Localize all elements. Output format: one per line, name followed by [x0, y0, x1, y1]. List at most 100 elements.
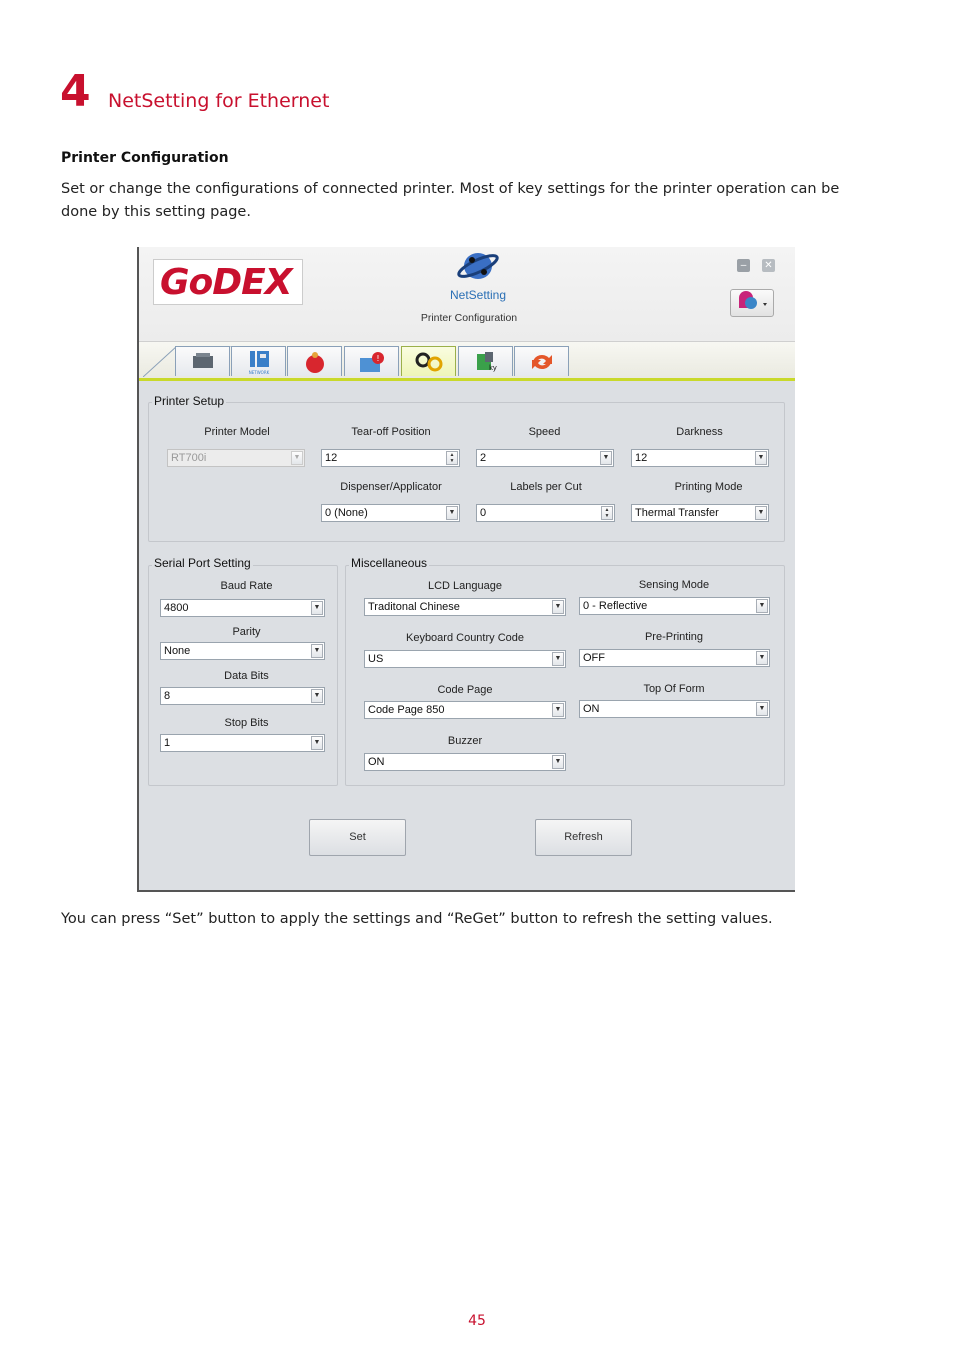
pre-printing-label: Pre-Printing	[644, 631, 704, 643]
printer-model-field: RT700i ▼	[167, 449, 305, 467]
code-page-select[interactable]: Code Page 850 ▼	[364, 701, 566, 719]
printing-mode-label: Printing Mode	[674, 481, 743, 493]
page-number: 45	[468, 1313, 486, 1329]
chevron-down-icon[interactable]: ▼	[756, 702, 768, 716]
email-alert-icon: !	[359, 351, 384, 372]
chevron-down-icon[interactable]: ▼	[552, 652, 564, 666]
parity-select[interactable]: None ▼	[160, 642, 325, 660]
top-of-form-select[interactable]: ON ▼	[579, 700, 770, 718]
tab-refresh[interactable]	[514, 346, 569, 376]
sensing-mode-select[interactable]: 0 - Reflective ▼	[579, 597, 770, 615]
dispenser-label: Dispenser/Applicator	[340, 481, 442, 493]
spinner-arrows-icon[interactable]: ▲ ▼	[446, 451, 458, 465]
chevron-down-icon[interactable]: ▼	[552, 755, 564, 769]
language-icon	[739, 291, 767, 309]
close-icon[interactable]: ✕	[762, 259, 775, 272]
baud-rate-value: 4800	[164, 602, 189, 614]
printer-model-label: Printer Model	[204, 426, 270, 438]
darkness-value: 12	[635, 452, 648, 464]
darkness-label: Darkness	[676, 426, 723, 438]
chevron-down-icon[interactable]: ▼	[755, 506, 767, 520]
netsetting-globe-icon	[457, 253, 499, 279]
keyboard-code-value: US	[368, 653, 384, 665]
data-bits-select[interactable]: 8 ▼	[160, 687, 325, 705]
dispenser-value: 0 (None)	[325, 507, 368, 519]
tab-printer[interactable]	[175, 346, 230, 376]
minimize-icon[interactable]: –	[737, 259, 750, 272]
labels-per-cut-stepper[interactable]: 0 ▲ ▼	[476, 504, 615, 522]
chevron-down-icon[interactable]: ▼	[311, 601, 323, 615]
window-header: GoDEX NetSetting Printer Configuration –…	[139, 247, 795, 342]
spinner-arrows-icon[interactable]: ▲ ▼	[601, 506, 613, 520]
chevron-down-icon[interactable]: ▼	[311, 689, 323, 703]
tab-key[interactable]: ky	[458, 346, 513, 376]
speed-select[interactable]: 2 ▼	[476, 449, 614, 467]
buzzer-value: ON	[368, 756, 385, 768]
chevron-down-icon[interactable]: ▼	[552, 703, 564, 717]
lcd-language-select[interactable]: Traditonal Chinese ▼	[364, 598, 566, 616]
keyboard-code-label: Keyboard Country Code	[405, 632, 524, 644]
parity-value: None	[164, 645, 191, 657]
data-bits-label: Data Bits	[224, 670, 269, 682]
language-button[interactable]	[730, 289, 774, 317]
dispenser-select[interactable]: 0 (None) ▼	[321, 504, 460, 522]
chevron-down-icon[interactable]: ▼	[756, 599, 768, 613]
set-button[interactable]: Set	[309, 819, 406, 856]
baud-rate-select[interactable]: 4800 ▼	[160, 599, 325, 617]
footer-paragraph: You can press “Set” button to apply the …	[61, 911, 773, 927]
tab-alert[interactable]	[287, 346, 342, 376]
printer-setup-title: Printer Setup	[152, 394, 227, 408]
speed-label: Speed	[528, 426, 561, 438]
ip-network-icon: NETWORK	[248, 350, 269, 375]
chevron-down-icon[interactable]: ▼	[311, 736, 323, 750]
chapter-number: 4	[60, 66, 91, 117]
pre-printing-value: OFF	[583, 652, 605, 664]
speed-value: 2	[480, 452, 487, 464]
parity-label: Parity	[232, 626, 261, 638]
printer-model-value: RT700i	[171, 452, 207, 464]
app-subtitle: Printer Configuration	[420, 312, 518, 324]
pre-printing-select[interactable]: OFF ▼	[579, 649, 770, 667]
lcd-language-value: Traditonal Chinese	[368, 601, 460, 613]
buzzer-select[interactable]: ON ▼	[364, 753, 566, 771]
chevron-down-icon: ▼	[291, 451, 303, 465]
printing-mode-select[interactable]: Thermal Transfer ▼	[631, 504, 769, 522]
buzzer-label: Buzzer	[447, 735, 483, 747]
tab-configuration[interactable]	[401, 346, 456, 376]
refresh-button[interactable]: Refresh	[535, 819, 632, 856]
sensing-mode-value: 0 - Reflective	[583, 600, 648, 612]
netsetting-window: GoDEX NetSetting Printer Configuration –…	[137, 247, 795, 892]
chevron-down-icon[interactable]: ▼	[446, 506, 458, 520]
tab-network[interactable]: NETWORK	[231, 346, 286, 376]
svg-text:!: !	[376, 354, 379, 363]
tearoff-label: Tear-off Position	[351, 426, 431, 438]
lcd-language-label: LCD Language	[427, 580, 502, 592]
sensing-mode-label: Sensing Mode	[638, 579, 710, 591]
chapter-title: NetSetting for Ethernet	[108, 90, 330, 112]
gears-icon	[415, 352, 442, 371]
stop-bits-select[interactable]: 1 ▼	[160, 734, 325, 752]
refresh-icon	[531, 354, 552, 369]
tab-email[interactable]: !	[344, 346, 399, 376]
network-tab-label: NETWORK	[248, 370, 269, 375]
printer-icon	[192, 352, 213, 368]
stop-bits-label: Stop Bits	[224, 717, 269, 729]
logo-text: GoDEX	[160, 262, 293, 303]
serial-port-title: Serial Port Setting	[152, 556, 253, 570]
tearoff-stepper[interactable]: 12 ▲ ▼	[321, 449, 460, 467]
baud-rate-label: Baud Rate	[220, 580, 273, 592]
keyboard-code-select[interactable]: US ▼	[364, 650, 566, 668]
chevron-down-icon[interactable]: ▼	[552, 600, 564, 614]
chevron-down-icon[interactable]: ▼	[600, 451, 612, 465]
data-bits-value: 8	[164, 690, 171, 702]
app-name: NetSetting	[450, 288, 507, 302]
printing-mode-value: Thermal Transfer	[635, 507, 719, 519]
chevron-down-icon[interactable]: ▼	[756, 651, 768, 665]
labels-per-cut-value: 0	[480, 507, 487, 519]
section-title: Printer Configuration	[61, 150, 229, 166]
chevron-down-icon[interactable]: ▼	[311, 644, 323, 658]
chevron-down-icon[interactable]: ▼	[755, 451, 767, 465]
darkness-select[interactable]: 12 ▼	[631, 449, 769, 467]
intro-paragraph: Set or change the configurations of conn…	[61, 181, 840, 220]
code-page-value: Code Page 850	[368, 704, 445, 716]
